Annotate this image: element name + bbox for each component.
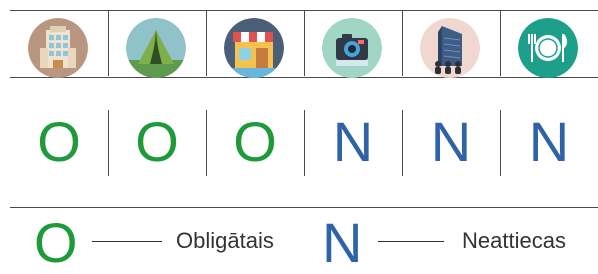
legend-optional-symbol: N bbox=[322, 211, 363, 274]
category-column-restaurant: N bbox=[500, 10, 598, 180]
hotel-building-icon bbox=[28, 18, 88, 78]
requirement-code: O bbox=[135, 110, 179, 173]
storefront-icon bbox=[224, 18, 284, 78]
requirement-code: N bbox=[528, 110, 570, 173]
requirement-code: N bbox=[430, 110, 472, 173]
legend-obligatory-symbol: O bbox=[34, 211, 78, 274]
legend-obligatory-label: Obligātais bbox=[176, 228, 274, 253]
tent-icon bbox=[126, 18, 186, 78]
category-column-hotel: O bbox=[10, 10, 108, 180]
camera-icon bbox=[322, 18, 382, 78]
category-column-photo: N bbox=[304, 10, 402, 180]
requirement-code: O bbox=[37, 110, 81, 173]
requirement-code: N bbox=[332, 110, 374, 173]
category-column-camping: O bbox=[108, 10, 206, 180]
legend: O Obligātais N Neattiecas bbox=[0, 207, 598, 273]
category-column-store: O bbox=[206, 10, 304, 180]
requirement-code: O bbox=[233, 110, 277, 173]
restaurant-plate-icon bbox=[518, 18, 578, 78]
office-building-people-icon bbox=[420, 18, 480, 78]
legend-optional-line bbox=[378, 241, 444, 242]
legend-obligatory-line bbox=[92, 241, 162, 242]
requirements-matrix: O O O N N N O Obligātais N Neattiecas bbox=[0, 0, 598, 273]
category-column-business: N bbox=[402, 10, 500, 180]
legend-optional-label: Neattiecas bbox=[462, 228, 566, 253]
category-grid: O O O N N N bbox=[10, 10, 598, 180]
